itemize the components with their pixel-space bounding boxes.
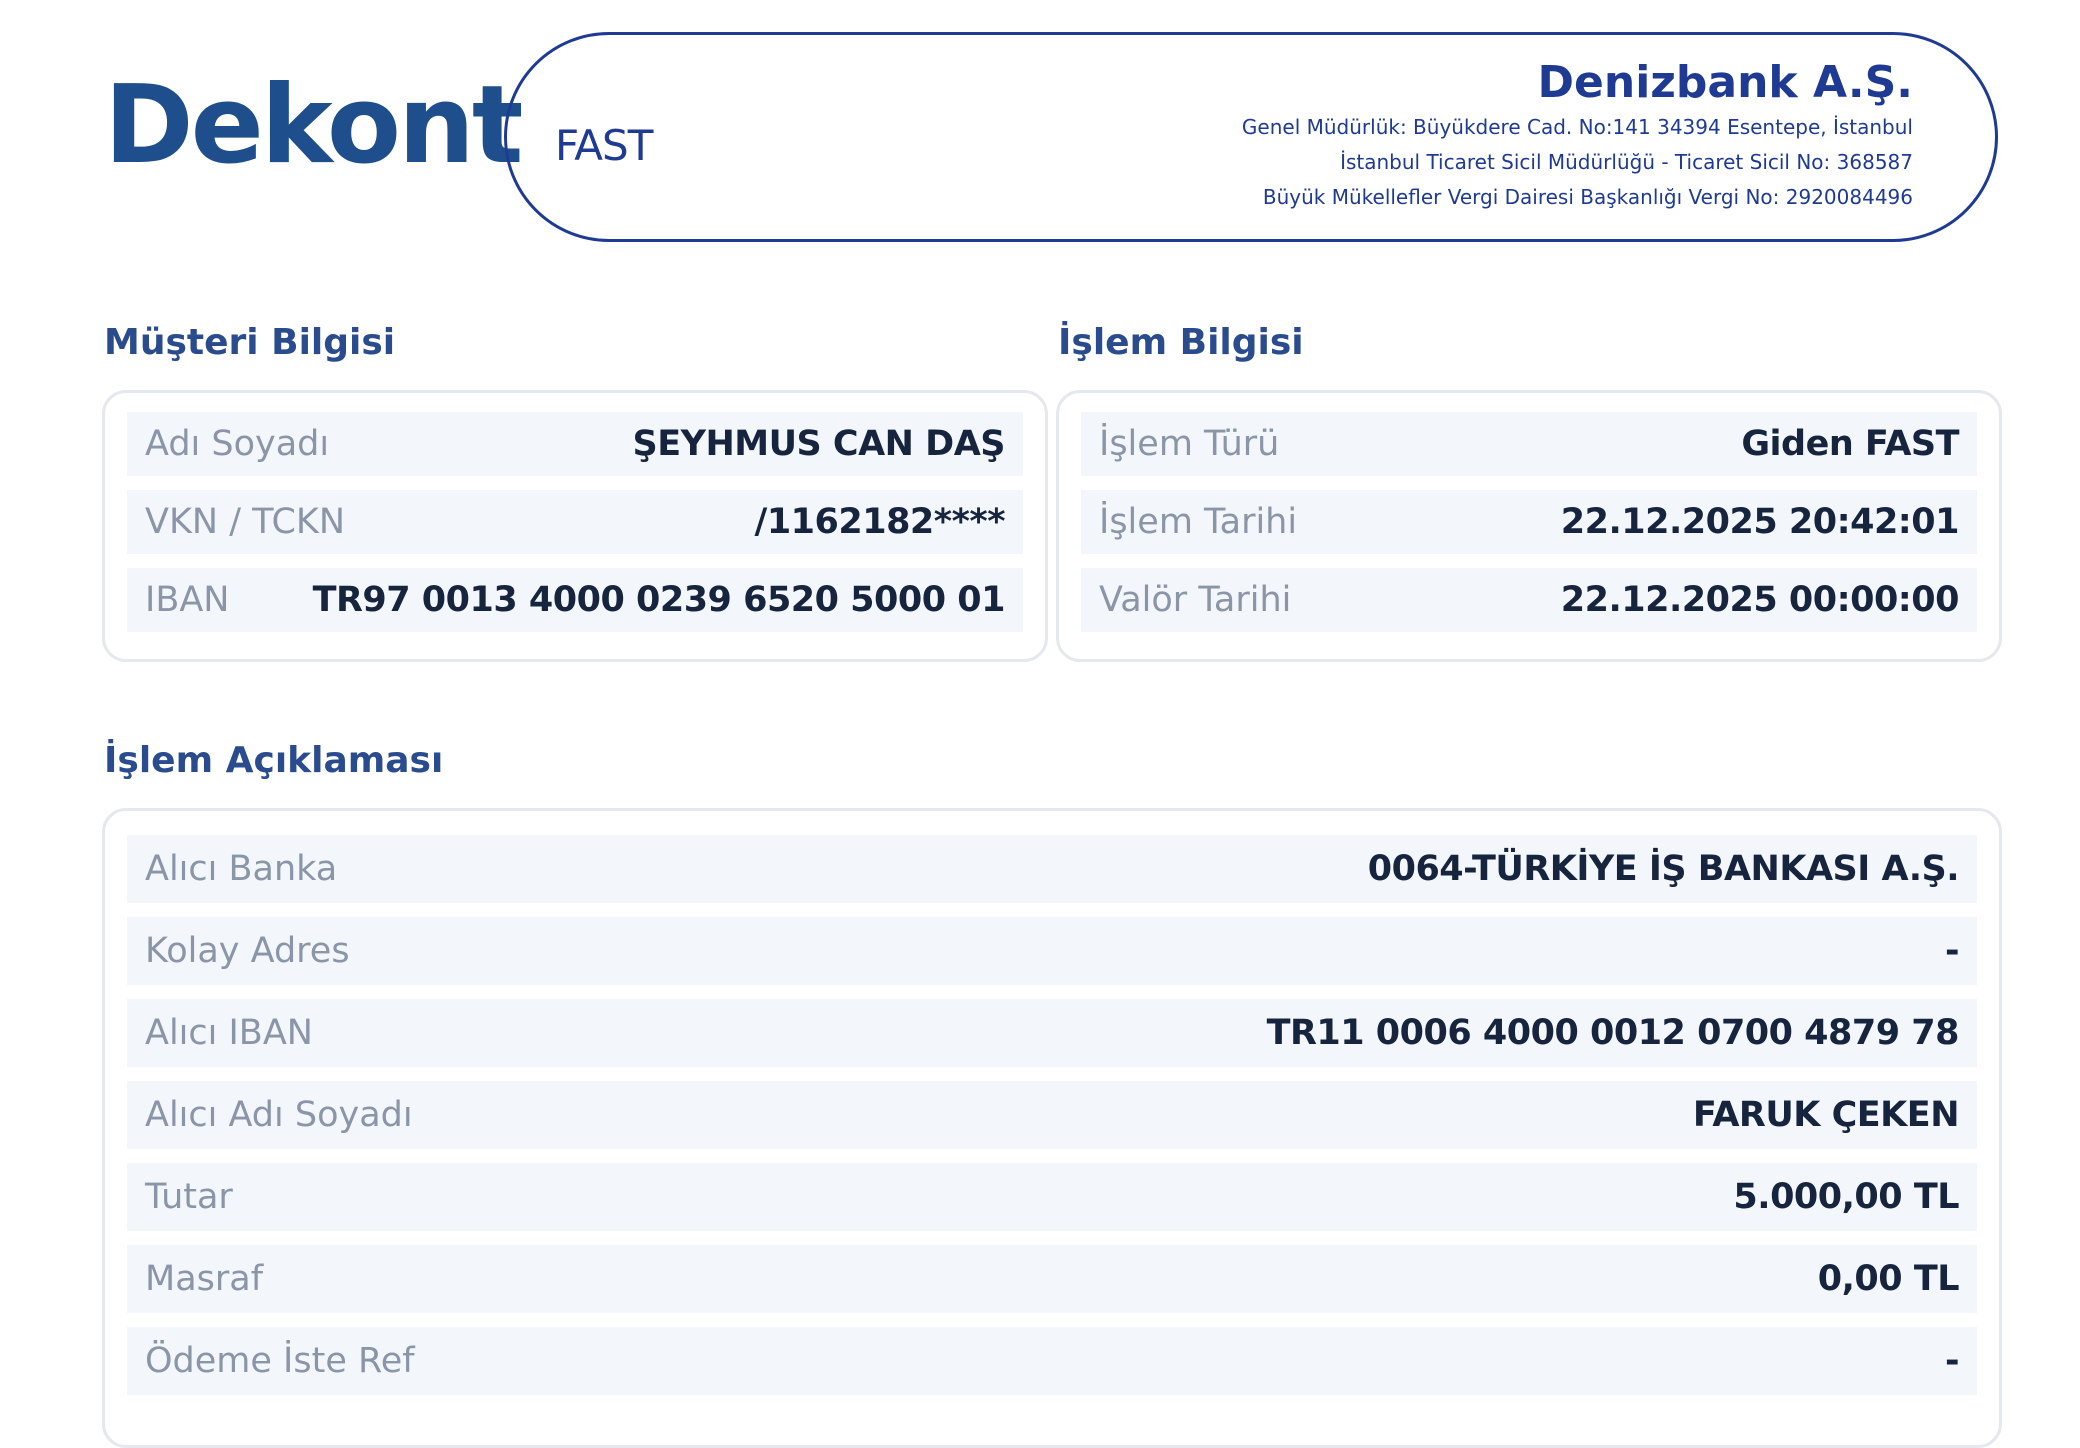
bank-info: Denizbank A.Ş. Genel Müdürlük: Büyükdere… xyxy=(1242,55,1913,215)
row-label: Kolay Adres xyxy=(145,931,350,971)
row-value: TR11 0006 4000 0012 0700 4879 78 xyxy=(1266,1013,1960,1053)
row-value: ŞEYHMUS CAN DAŞ xyxy=(632,424,1006,464)
description-section-title: İşlem Açıklaması xyxy=(104,740,444,781)
row-value: 0,00 TL xyxy=(1817,1259,1960,1299)
row-value: 22.12.2025 20:42:01 xyxy=(1560,502,1960,542)
bank-address-line: Genel Müdürlük: Büyükdere Cad. No:141 34… xyxy=(1241,115,1913,139)
row-value: FARUK ÇEKEN xyxy=(1692,1095,1960,1135)
row-label: Tutar xyxy=(145,1177,233,1217)
description-row: Kolay Adres - xyxy=(127,917,1977,985)
bank-name: Denizbank A.Ş. xyxy=(1537,57,1913,108)
row-label: VKN / TCKN xyxy=(145,502,346,542)
transaction-type-label: FAST xyxy=(555,121,653,170)
header-banner: FAST Denizbank A.Ş. Genel Müdürlük: Büyü… xyxy=(504,32,1998,242)
row-value: 22.12.2025 00:00:00 xyxy=(1560,580,1960,620)
row-label: Masraf xyxy=(145,1259,264,1299)
bank-registry-line: İstanbul Ticaret Sicil Müdürlüğü - Ticar… xyxy=(1340,150,1913,174)
row-label: IBAN xyxy=(145,580,230,620)
receipt-page: Dekont FAST Denizbank A.Ş. Genel Müdürlü… xyxy=(0,0,2080,1448)
description-row: Tutar 5.000,00 TL xyxy=(127,1163,1977,1231)
row-value: /1162182**** xyxy=(754,502,1006,542)
row-value: 5.000,00 TL xyxy=(1733,1177,1959,1217)
row-label: Alıcı IBAN xyxy=(145,1013,313,1053)
row-label: İşlem Tarihi xyxy=(1099,502,1298,542)
transaction-card: İşlem Türü Giden FAST İşlem Tarihi 22.12… xyxy=(1056,390,2002,662)
row-label: İşlem Türü xyxy=(1099,424,1280,464)
customer-row: VKN / TCKN /1162182**** xyxy=(127,490,1023,554)
row-value: TR97 0013 4000 0239 6520 5000 01 xyxy=(312,580,1006,620)
row-value: 0064-TÜRKİYE İŞ BANKASI A.Ş. xyxy=(1367,849,1960,889)
customer-row: Adı Soyadı ŞEYHMUS CAN DAŞ xyxy=(127,412,1023,476)
description-row: Ödeme İste Ref - xyxy=(127,1327,1977,1395)
transaction-row: İşlem Türü Giden FAST xyxy=(1081,412,1977,476)
description-row: Alıcı IBAN TR11 0006 4000 0012 0700 4879… xyxy=(127,999,1977,1067)
transaction-row: Valör Tarihi 22.12.2025 00:00:00 xyxy=(1081,568,1977,632)
bank-tax-line: Büyük Mükellefler Vergi Dairesi Başkanlı… xyxy=(1262,185,1913,209)
description-card: Alıcı Banka 0064-TÜRKİYE İŞ BANKASI A.Ş.… xyxy=(102,808,2002,1448)
transaction-section-title: İşlem Bilgisi xyxy=(1058,322,1304,363)
description-row: Alıcı Banka 0064-TÜRKİYE İŞ BANKASI A.Ş. xyxy=(127,835,1977,903)
customer-row: IBAN TR97 0013 4000 0239 6520 5000 01 xyxy=(127,568,1023,632)
page-title: Dekont xyxy=(104,63,524,188)
transaction-row: İşlem Tarihi 22.12.2025 20:42:01 xyxy=(1081,490,1977,554)
row-value: - xyxy=(1944,931,1960,971)
row-label: Alıcı Banka xyxy=(145,849,338,889)
row-value: - xyxy=(1944,1341,1960,1381)
row-label: Valör Tarihi xyxy=(1099,580,1292,620)
row-label: Ödeme İste Ref xyxy=(145,1341,415,1381)
row-label: Alıcı Adı Soyadı xyxy=(145,1095,413,1135)
row-label: Adı Soyadı xyxy=(145,424,330,464)
customer-section-title: Müşteri Bilgisi xyxy=(104,322,396,363)
customer-card: Adı Soyadı ŞEYHMUS CAN DAŞ VKN / TCKN /1… xyxy=(102,390,1048,662)
row-value: Giden FAST xyxy=(1741,424,1959,464)
description-row: Masraf 0,00 TL xyxy=(127,1245,1977,1313)
description-row: Alıcı Adı Soyadı FARUK ÇEKEN xyxy=(127,1081,1977,1149)
